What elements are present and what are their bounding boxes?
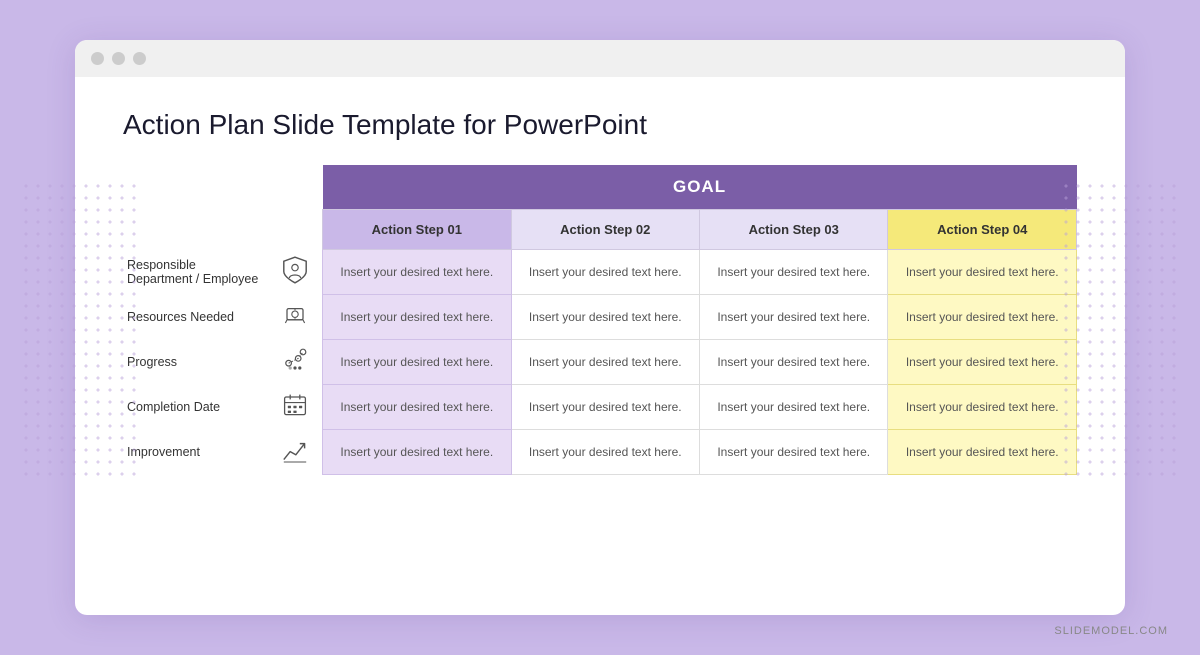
step3-header: Action Step 03 (699, 210, 887, 250)
row-label-improvement: Improvement (123, 430, 267, 475)
action-table: GOAL Action Step 01 Action Step 02 Actio… (123, 165, 1077, 475)
slide-title: Action Plan Slide Template for PowerPoin… (123, 109, 1077, 141)
data-cell: Insert your desired text here. (888, 295, 1077, 340)
step2-header: Action Step 02 (511, 210, 699, 250)
data-cell: Insert your desired text here. (511, 250, 699, 295)
data-cell: Insert your desired text here. (323, 250, 511, 295)
data-cell: Insert your desired text here. (323, 430, 511, 475)
icon-cell-responsible (267, 250, 322, 295)
browser-dot-3 (133, 52, 146, 65)
step-header-row: Action Step 01 Action Step 02 Action Ste… (123, 210, 1077, 250)
table-row: Responsible Department / Employee Insert… (123, 250, 1077, 295)
table-row: Progress Insert your desired text here. … (123, 340, 1077, 385)
data-cell: Insert your desired text here. (699, 340, 887, 385)
browser-bar (75, 40, 1125, 77)
row-label-responsible: Responsible Department / Employee (123, 250, 267, 295)
data-cell: Insert your desired text here. (511, 430, 699, 475)
icon-cell-improvement (267, 430, 322, 475)
data-cell: Insert your desired text here. (888, 385, 1077, 430)
step1-header: Action Step 01 (323, 210, 511, 250)
data-cell: Insert your desired text here. (511, 385, 699, 430)
hand-money-icon (279, 299, 311, 331)
calendar-icon (279, 389, 311, 421)
browser-dot-2 (112, 52, 125, 65)
step4-header: Action Step 04 (888, 210, 1077, 250)
icon-cell-completion (267, 385, 322, 430)
data-cell: Insert your desired text here. (323, 340, 511, 385)
data-cell: Insert your desired text here. (323, 295, 511, 340)
icon-cell-resources (267, 295, 322, 340)
data-cell: Insert your desired text here. (511, 295, 699, 340)
data-cell: Insert your desired text here. (511, 340, 699, 385)
shield-person-icon (279, 254, 311, 286)
browser-window: Action Plan Slide Template for PowerPoin… (75, 40, 1125, 615)
progress-dots-icon (279, 344, 311, 376)
data-cell: Insert your desired text here. (323, 385, 511, 430)
row-label-progress: Progress (123, 340, 267, 385)
table-row: Improvement Insert your desired text her… (123, 430, 1077, 475)
table-row: Resources Needed Insert your desired tex… (123, 295, 1077, 340)
decorative-dots-right (1060, 180, 1180, 480)
icon-cell-progress (267, 340, 322, 385)
data-cell: Insert your desired text here. (699, 250, 887, 295)
table-row: Completion Date Insert your desired (123, 385, 1077, 430)
chart-up-icon (279, 434, 311, 466)
goal-row: GOAL (123, 165, 1077, 210)
decorative-dots-left (20, 180, 140, 480)
browser-dot-1 (91, 52, 104, 65)
data-cell: Insert your desired text here. (699, 385, 887, 430)
data-cell: Insert your desired text here. (888, 430, 1077, 475)
slide-content: Action Plan Slide Template for PowerPoin… (75, 77, 1125, 507)
data-cell: Insert your desired text here. (699, 430, 887, 475)
data-cell: Insert your desired text here. (888, 250, 1077, 295)
watermark: SLIDEMODEL.COM (1054, 625, 1168, 637)
row-label-completion: Completion Date (123, 385, 267, 430)
goal-cell: GOAL (323, 165, 1077, 210)
row-label-resources: Resources Needed (123, 295, 267, 340)
data-cell: Insert your desired text here. (888, 340, 1077, 385)
data-cell: Insert your desired text here. (699, 295, 887, 340)
